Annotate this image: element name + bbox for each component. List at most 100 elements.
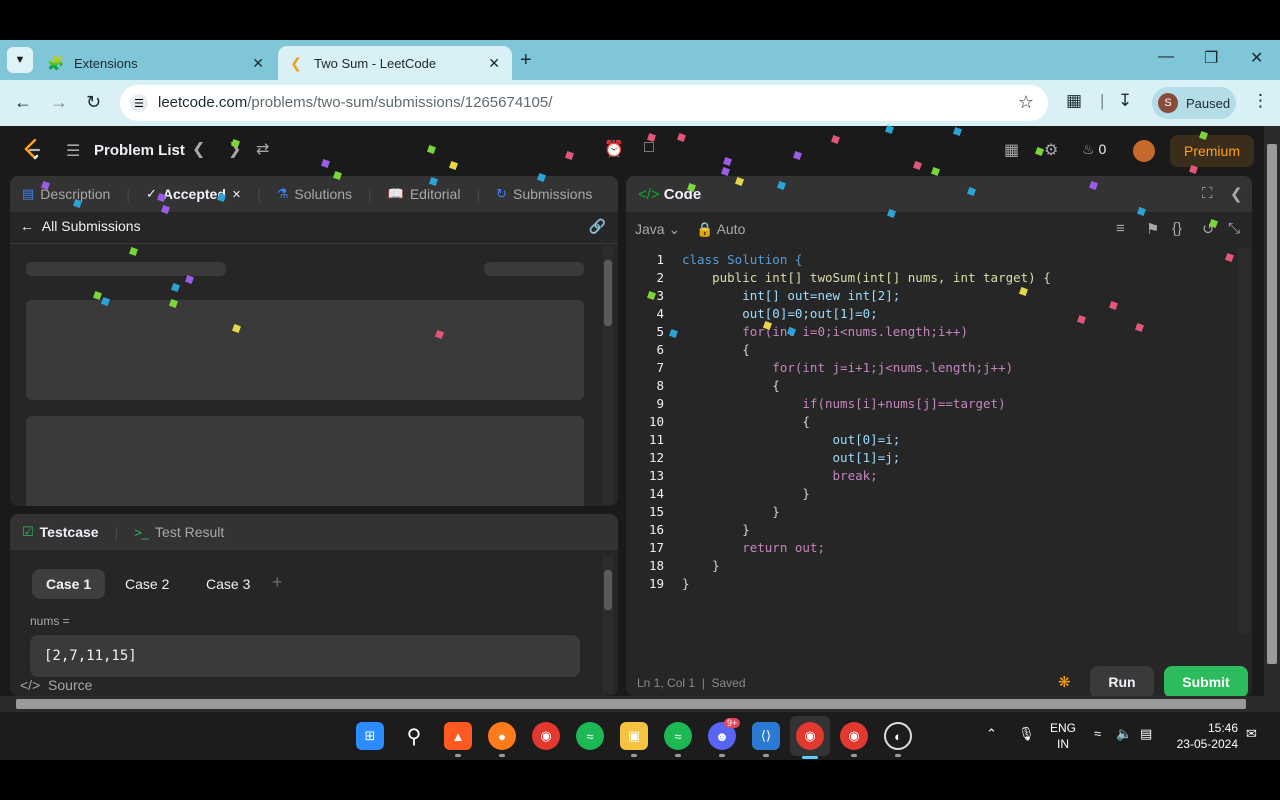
maximize-icon[interactable]: ⛶: [1202, 185, 1213, 202]
tab-editorial[interactable]: 📖 Editorial: [388, 186, 461, 202]
bookmark-star-icon[interactable]: ☆: [1018, 92, 1034, 113]
leetcode-logo-icon[interactable]: [22, 139, 42, 161]
code-editor[interactable]: 1 2 3 4 5 6 7 8 9 10 11 12 13 14 15 16 1…: [626, 248, 1252, 648]
start-icon[interactable]: ⊞: [356, 722, 384, 750]
file-explorer-icon[interactable]: ▣: [620, 722, 648, 750]
gear-icon[interactable]: ⚙: [1044, 140, 1058, 160]
vscode-icon[interactable]: ⟨⟩: [752, 722, 780, 750]
code-line: out[0]=0;out[1]=0;: [682, 306, 878, 321]
spotify-icon[interactable]: ≈: [664, 722, 692, 750]
back-icon[interactable]: ←: [14, 92, 32, 113]
close-icon[interactable]: ✕: [488, 55, 500, 72]
divider: |: [114, 524, 119, 540]
tab-description[interactable]: ▤ Description: [22, 186, 110, 202]
line-number: 14: [648, 486, 664, 501]
premium-button[interactable]: Premium: [1170, 135, 1254, 167]
leetcode-icon: ❮: [290, 54, 302, 71]
collapse-icon[interactable]: ❮: [1230, 185, 1243, 203]
add-case-icon[interactable]: +: [272, 572, 283, 593]
case-1-tab[interactable]: Case 1: [32, 569, 106, 599]
streak-counter[interactable]: ♨ 0: [1082, 141, 1106, 158]
microphone-icon[interactable]: 🎙: [1018, 726, 1035, 742]
language-indicator[interactable]: ENG IN: [1050, 720, 1076, 752]
close-icon[interactable]: ✕: [252, 55, 264, 72]
close-icon[interactable]: ✕: [232, 188, 241, 201]
line-number: 18: [648, 558, 664, 573]
notifications-icon[interactable]: ✉: [1246, 726, 1257, 742]
spotify-icon[interactable]: ≈: [576, 722, 604, 750]
nums-input[interactable]: [2,7,11,15]: [30, 635, 580, 677]
chrome-icon[interactable]: ◉: [796, 722, 824, 750]
alarm-icon[interactable]: ⏰: [604, 139, 624, 159]
loading-placeholder: [26, 416, 584, 506]
prev-problem-icon[interactable]: ❮: [192, 139, 205, 159]
code-header: </> Code ⛶ ❮: [626, 176, 1252, 212]
volume-icon[interactable]: 🔈: [1116, 726, 1132, 742]
shuffle-icon[interactable]: ⇄: [256, 139, 269, 159]
address-bar[interactable]: ☰ leetcode.com/problems/two-sum/submissi…: [120, 85, 1048, 121]
tab-label: Two Sum - LeetCode: [314, 55, 437, 71]
clock[interactable]: 15:46 23-05-2024: [1172, 720, 1238, 752]
firefox-icon[interactable]: ●: [488, 722, 516, 750]
auto-mode-toggle[interactable]: 🔒 Auto: [696, 221, 745, 238]
layout-icon[interactable]: ▦: [1004, 140, 1019, 160]
minimize-button[interactable]: —: [1158, 48, 1174, 66]
braces-icon[interactable]: {}: [1172, 220, 1182, 237]
download-icon[interactable]: ↧: [1118, 91, 1132, 111]
code-line: {: [682, 414, 810, 429]
tab-submissions[interactable]: ↻ Submissions: [496, 186, 592, 202]
wifi-icon[interactable]: ≈: [1094, 726, 1101, 741]
tab-solutions[interactable]: ⚗ Solutions: [277, 186, 352, 202]
page-vertical-scrollbar[interactable]: [1264, 126, 1280, 696]
submit-button[interactable]: Submit: [1164, 666, 1248, 696]
scrollbar[interactable]: [603, 246, 613, 504]
scrollbar[interactable]: [1238, 248, 1250, 634]
tab-search-button[interactable]: ▼: [7, 47, 33, 73]
site-info-icon[interactable]: ☰: [130, 94, 148, 112]
profile-label: Paused: [1186, 95, 1231, 111]
link-icon[interactable]: 🔗: [589, 218, 606, 235]
case-3-tab[interactable]: Case 3: [192, 569, 264, 599]
windows-taskbar: ⊞ ⚲ ▲ ● ◉ ≈ ▣ ≈ ☻ 9+ ⟨⟩ ◉ ◉ ◐ ⌃ 🎙 ENG IN …: [0, 712, 1280, 760]
page-horizontal-scrollbar[interactable]: [0, 696, 1264, 712]
run-button[interactable]: Run: [1090, 666, 1154, 696]
debug-icon[interactable]: ❋: [1058, 673, 1071, 691]
code-line: }: [682, 576, 690, 591]
line-number: 11: [648, 432, 664, 447]
browser-toolbar: ← → ↻ ☰ leetcode.com/problems/two-sum/su…: [0, 80, 1280, 126]
search-icon[interactable]: ⚲: [400, 722, 428, 750]
profile-button[interactable]: S Paused: [1152, 87, 1236, 119]
tab-two-sum[interactable]: ❮ Two Sum - LeetCode ✕: [278, 46, 512, 80]
tray-overflow-icon[interactable]: ⌃: [986, 726, 997, 742]
tab-extensions[interactable]: 🧩 Extensions ✕: [38, 46, 276, 80]
avatar[interactable]: [1133, 140, 1155, 162]
expand-icon[interactable]: ⤡: [1228, 220, 1240, 237]
divider: |: [476, 186, 481, 202]
forward-icon[interactable]: →: [50, 92, 68, 113]
reload-icon[interactable]: ↻: [86, 92, 101, 113]
all-submissions-link[interactable]: ← All Submissions: [20, 218, 141, 234]
brave-icon[interactable]: ▲: [444, 722, 472, 750]
tab-testcase[interactable]: ☑ Testcase: [22, 524, 99, 540]
source-link[interactable]: </> Source: [20, 677, 92, 693]
menu-icon[interactable]: ⋮: [1252, 91, 1269, 111]
tab-test-result[interactable]: >_ Test Result: [134, 524, 224, 540]
scrollbar[interactable]: [603, 554, 613, 694]
case-2-tab[interactable]: Case 2: [111, 569, 183, 599]
list-icon[interactable]: ☰: [66, 141, 80, 161]
language-select[interactable]: Java ⌄: [635, 221, 680, 238]
chrome-icon[interactable]: ◉: [840, 722, 868, 750]
code-line: break;: [682, 468, 878, 483]
bookmark-icon[interactable]: ⚑: [1146, 220, 1159, 238]
battery-icon[interactable]: ▤: [1140, 726, 1152, 742]
format-icon[interactable]: ≡: [1116, 220, 1125, 237]
problem-list-link[interactable]: Problem List: [94, 142, 185, 159]
chrome-icon[interactable]: ◉: [532, 722, 560, 750]
flame-icon: ♨: [1082, 141, 1095, 157]
extensions-icon[interactable]: ▦: [1066, 91, 1082, 111]
obs-icon[interactable]: ◐: [884, 722, 912, 750]
close-window-button[interactable]: ✕: [1250, 48, 1263, 68]
line-number: 17: [648, 540, 664, 555]
new-tab-button[interactable]: +: [520, 49, 532, 72]
restore-button[interactable]: ❐: [1204, 48, 1218, 68]
